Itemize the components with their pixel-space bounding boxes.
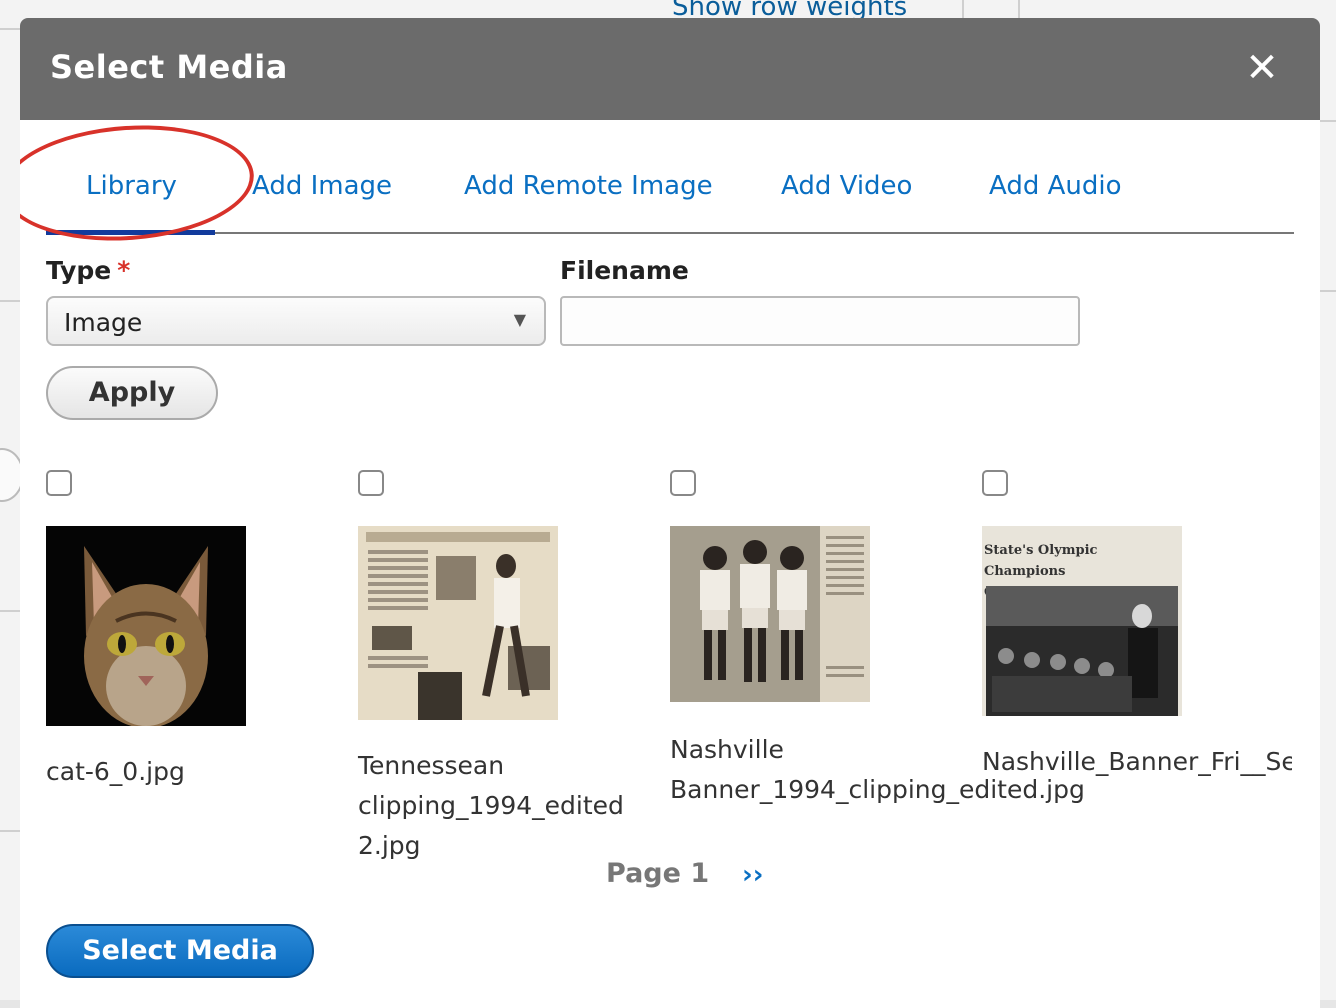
select-media-button[interactable]: Select Media: [46, 924, 314, 978]
media-tabs: Library Add Image Add Remote Image Add V…: [46, 170, 1294, 235]
media-caption: cat-6_0.jpg: [46, 757, 185, 786]
required-marker: *: [117, 256, 131, 285]
bg-divider: [0, 28, 20, 30]
tab-add-remote-image[interactable]: Add Remote Image: [464, 170, 713, 234]
bg-divider: [0, 830, 20, 832]
media-caption: Tennessean clipping_1994_edited 2.jpg: [358, 751, 624, 860]
apply-button[interactable]: Apply: [46, 366, 218, 420]
tab-add-audio[interactable]: Add Audio: [989, 170, 1122, 234]
dialog-header: Select Media ✕: [20, 18, 1320, 120]
athletes-photo-thumbnail[interactable]: [670, 526, 870, 702]
pager-next-link[interactable]: ››: [742, 860, 763, 890]
filename-label: Filename: [560, 256, 689, 285]
newspaper-clipping-thumbnail[interactable]: [358, 526, 558, 720]
bg-divider: [0, 610, 20, 612]
media-select-checkbox[interactable]: [46, 470, 72, 496]
bg-divider: [1320, 290, 1336, 292]
type-select[interactable]: Image ▼: [46, 296, 546, 346]
tab-add-image[interactable]: Add Image: [252, 170, 392, 234]
dialog-title: Select Media: [50, 48, 288, 86]
cat-photo-thumbnail[interactable]: [46, 526, 246, 726]
tab-add-video[interactable]: Add Video: [781, 170, 912, 234]
media-select-checkbox[interactable]: [670, 470, 696, 496]
cat-icon: [46, 526, 246, 726]
newspaper-clipping-icon: [358, 526, 558, 720]
media-select-checkbox[interactable]: [358, 470, 384, 496]
newspaper-clipping-thumbnail[interactable]: State's Olympic Champions Get Stirring R…: [982, 526, 1182, 716]
select-media-dialog: Select Media ✕ Library Add Image Add Rem…: [20, 18, 1320, 1008]
reception-photo-icon: [986, 586, 1178, 716]
athletes-photo-icon: [670, 526, 870, 702]
tab-library[interactable]: Library: [46, 170, 215, 235]
media-caption: Nashville_Banner_Fri__Se: [982, 747, 1292, 776]
type-label: Type *: [46, 256, 130, 285]
bg-divider: [0, 300, 20, 302]
media-select-checkbox[interactable]: [982, 470, 1008, 496]
dropdown-arrow-icon: ▼: [513, 310, 526, 329]
bg-divider: [1320, 120, 1336, 122]
bg-divider: [962, 0, 964, 18]
type-select-value: Image: [64, 308, 143, 337]
close-icon[interactable]: ✕: [1242, 48, 1282, 88]
type-label-text: Type: [46, 256, 112, 285]
filename-input[interactable]: [560, 296, 1080, 346]
pager-current-page: Page 1: [606, 858, 710, 889]
bg-divider: [1018, 0, 1020, 18]
